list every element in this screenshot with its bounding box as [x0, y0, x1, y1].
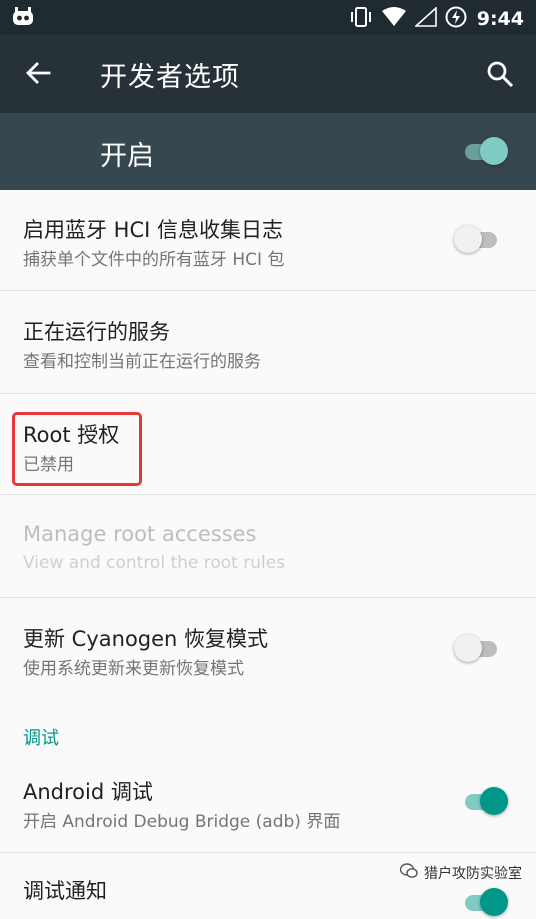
setting-summary: 使用系统更新来更新恢复模式: [23, 659, 244, 679]
setting-update-recovery[interactable]: 更新 Cyanogen 恢复模式 使用系统更新来更新恢复模式: [0, 598, 536, 698]
wechat-icon: [399, 863, 418, 883]
setting-title: 更新 Cyanogen 恢复模式: [23, 627, 269, 651]
setting-title: Manage root accesses: [23, 522, 257, 546]
master-toggle[interactable]: [462, 134, 508, 168]
setting-summary: View and control the root rules: [23, 553, 286, 573]
page-title: 开发者选项: [100, 62, 240, 93]
setting-title: 正在运行的服务: [23, 320, 170, 344]
setting-title: 调试通知: [23, 879, 107, 903]
setting-title: Android 调试: [23, 780, 153, 804]
debug-notification-toggle[interactable]: [462, 885, 508, 919]
bluetooth-hci-toggle[interactable]: [454, 222, 500, 256]
update-recovery-toggle[interactable]: [454, 631, 500, 665]
setting-manage-root-accesses: Manage root accesses View and control th…: [0, 495, 536, 597]
setting-summary: 开启 Android Debug Bridge (adb) 界面: [23, 812, 341, 832]
android-debugging-toggle[interactable]: [462, 784, 508, 818]
setting-summary: 捕获单个文件中的所有蓝牙 HCI 包: [23, 250, 285, 270]
app-toolbar: 开发者选项: [0, 35, 536, 113]
master-switch-label: 开启: [100, 141, 154, 172]
setting-title: 启用蓝牙 HCI 信息收集日志: [23, 218, 283, 242]
wifi-icon: [381, 7, 407, 31]
status-bar: 9:44: [0, 0, 536, 35]
signal-icon: [413, 6, 437, 31]
setting-android-debugging[interactable]: Android 调试 开启 Android Debug Bridge (adb)…: [0, 752, 536, 852]
vibrate-icon: [349, 6, 373, 32]
watermark-text: 猎户攻防实验室: [424, 866, 522, 882]
setting-summary: 查看和控制当前正在运行的服务: [23, 352, 261, 372]
search-icon[interactable]: [486, 60, 514, 92]
setting-bluetooth-hci-log[interactable]: 启用蓝牙 HCI 信息收集日志 捕获单个文件中的所有蓝牙 HCI 包: [0, 190, 536, 290]
cyanogen-icon: [12, 7, 34, 31]
master-switch-bar[interactable]: 开启: [0, 113, 536, 190]
watermark: 猎户攻防实验室: [399, 863, 522, 883]
battery-charging-icon: [445, 6, 467, 32]
arrow-back-icon[interactable]: [24, 59, 52, 91]
setting-running-services[interactable]: 正在运行的服务 查看和控制当前正在运行的服务: [0, 291, 536, 393]
annotation-highlight-box: [12, 412, 142, 486]
status-time: 9:44: [476, 8, 524, 30]
section-header-debugging: 调试: [23, 728, 59, 749]
